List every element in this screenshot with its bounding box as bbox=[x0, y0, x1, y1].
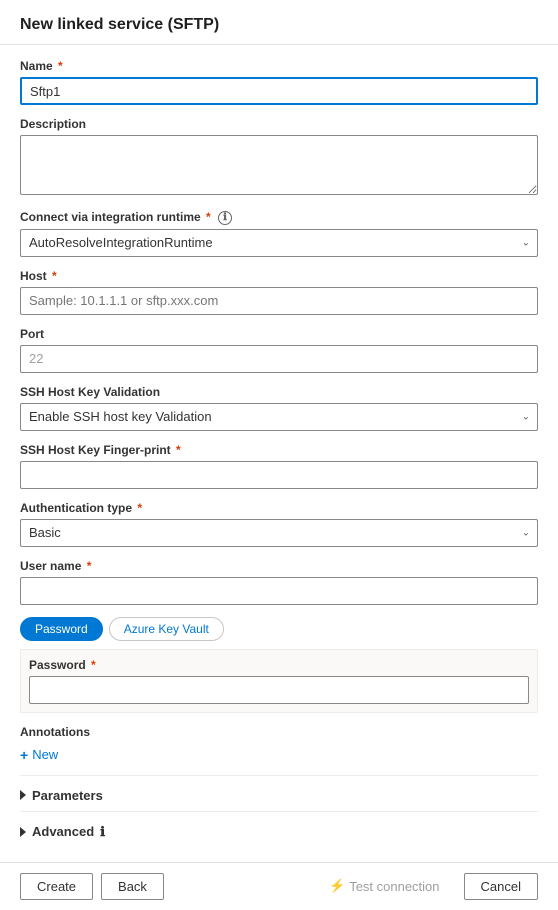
runtime-info-icon[interactable]: ℹ bbox=[218, 211, 232, 225]
parameters-chevron-icon bbox=[20, 790, 26, 800]
runtime-label: Connect via integration runtime * ℹ bbox=[20, 210, 538, 225]
annotations-label: Annotations bbox=[20, 725, 538, 739]
advanced-section: Advanced ℹ bbox=[20, 811, 538, 844]
panel-body: Name * Description Connect via integrati… bbox=[0, 45, 558, 862]
password-input[interactable] bbox=[29, 676, 529, 704]
parameters-label: Parameters bbox=[32, 788, 103, 803]
name-required: * bbox=[55, 59, 63, 73]
password-section: Password Azure Key Vault Password * bbox=[20, 617, 538, 713]
description-group: Description bbox=[20, 117, 538, 198]
username-required: * bbox=[83, 559, 91, 573]
host-required: * bbox=[49, 269, 57, 283]
runtime-required: * bbox=[203, 210, 211, 224]
advanced-chevron-icon bbox=[20, 827, 26, 837]
ssh-fingerprint-input[interactable] bbox=[20, 461, 538, 489]
ssh-validation-label: SSH Host Key Validation bbox=[20, 385, 538, 399]
host-group: Host * bbox=[20, 269, 538, 315]
ssh-validation-select[interactable]: Enable SSH host key Validation bbox=[20, 403, 538, 431]
panel-title: New linked service (SFTP) bbox=[20, 16, 538, 34]
port-label: Port bbox=[20, 327, 538, 341]
back-button[interactable]: Back bbox=[101, 873, 164, 900]
test-icon: ⚡ bbox=[329, 878, 345, 894]
name-input[interactable] bbox=[20, 77, 538, 105]
test-connection-button[interactable]: ⚡ Test connection bbox=[313, 873, 456, 899]
description-label: Description bbox=[20, 117, 538, 131]
panel-footer: Create Back ⚡ Test connection Cancel bbox=[0, 862, 558, 910]
auth-type-select-wrapper: Basic ⌄ bbox=[20, 519, 538, 547]
name-label: Name * bbox=[20, 59, 538, 73]
password-tab-group: Password Azure Key Vault bbox=[20, 617, 538, 641]
ssh-fingerprint-required: * bbox=[173, 443, 181, 457]
ssh-validation-group: SSH Host Key Validation Enable SSH host … bbox=[20, 385, 538, 431]
advanced-info-icon[interactable]: ℹ bbox=[100, 824, 105, 840]
host-input[interactable] bbox=[20, 287, 538, 315]
port-group: Port bbox=[20, 327, 538, 373]
runtime-select-wrapper: AutoResolveIntegrationRuntime ⌄ bbox=[20, 229, 538, 257]
panel-header: New linked service (SFTP) bbox=[0, 0, 558, 45]
password-required: * bbox=[88, 658, 96, 672]
parameters-header[interactable]: Parameters bbox=[20, 784, 538, 807]
port-input[interactable] bbox=[20, 345, 538, 373]
azure-vault-tab[interactable]: Azure Key Vault bbox=[109, 617, 224, 641]
auth-type-required: * bbox=[134, 501, 142, 515]
create-button[interactable]: Create bbox=[20, 873, 93, 900]
username-input[interactable] bbox=[20, 577, 538, 605]
parameters-section: Parameters bbox=[20, 775, 538, 807]
auth-type-select[interactable]: Basic bbox=[20, 519, 538, 547]
ssh-fingerprint-label: SSH Host Key Finger-print * bbox=[20, 443, 538, 457]
runtime-group: Connect via integration runtime * ℹ Auto… bbox=[20, 210, 538, 257]
auth-type-label: Authentication type * bbox=[20, 501, 538, 515]
test-connection-label: Test connection bbox=[349, 879, 439, 894]
plus-icon: + bbox=[20, 747, 28, 763]
password-box: Password * bbox=[20, 649, 538, 713]
description-textarea[interactable] bbox=[20, 135, 538, 195]
add-new-button[interactable]: + New bbox=[20, 743, 58, 767]
annotations-section: Annotations + New bbox=[20, 725, 538, 767]
name-group: Name * bbox=[20, 59, 538, 105]
runtime-select[interactable]: AutoResolveIntegrationRuntime bbox=[20, 229, 538, 257]
ssh-validation-select-wrapper: Enable SSH host key Validation ⌄ bbox=[20, 403, 538, 431]
advanced-header[interactable]: Advanced ℹ bbox=[20, 820, 538, 844]
add-new-label: New bbox=[32, 747, 58, 762]
host-label: Host * bbox=[20, 269, 538, 283]
password-label: Password * bbox=[29, 658, 529, 672]
ssh-fingerprint-group: SSH Host Key Finger-print * bbox=[20, 443, 538, 489]
advanced-label: Advanced bbox=[32, 824, 94, 839]
panel-container: New linked service (SFTP) Name * Descrip… bbox=[0, 0, 558, 910]
username-label: User name * bbox=[20, 559, 538, 573]
password-tab[interactable]: Password bbox=[20, 617, 103, 641]
username-group: User name * bbox=[20, 559, 538, 605]
cancel-button[interactable]: Cancel bbox=[464, 873, 538, 900]
auth-type-group: Authentication type * Basic ⌄ bbox=[20, 501, 538, 547]
